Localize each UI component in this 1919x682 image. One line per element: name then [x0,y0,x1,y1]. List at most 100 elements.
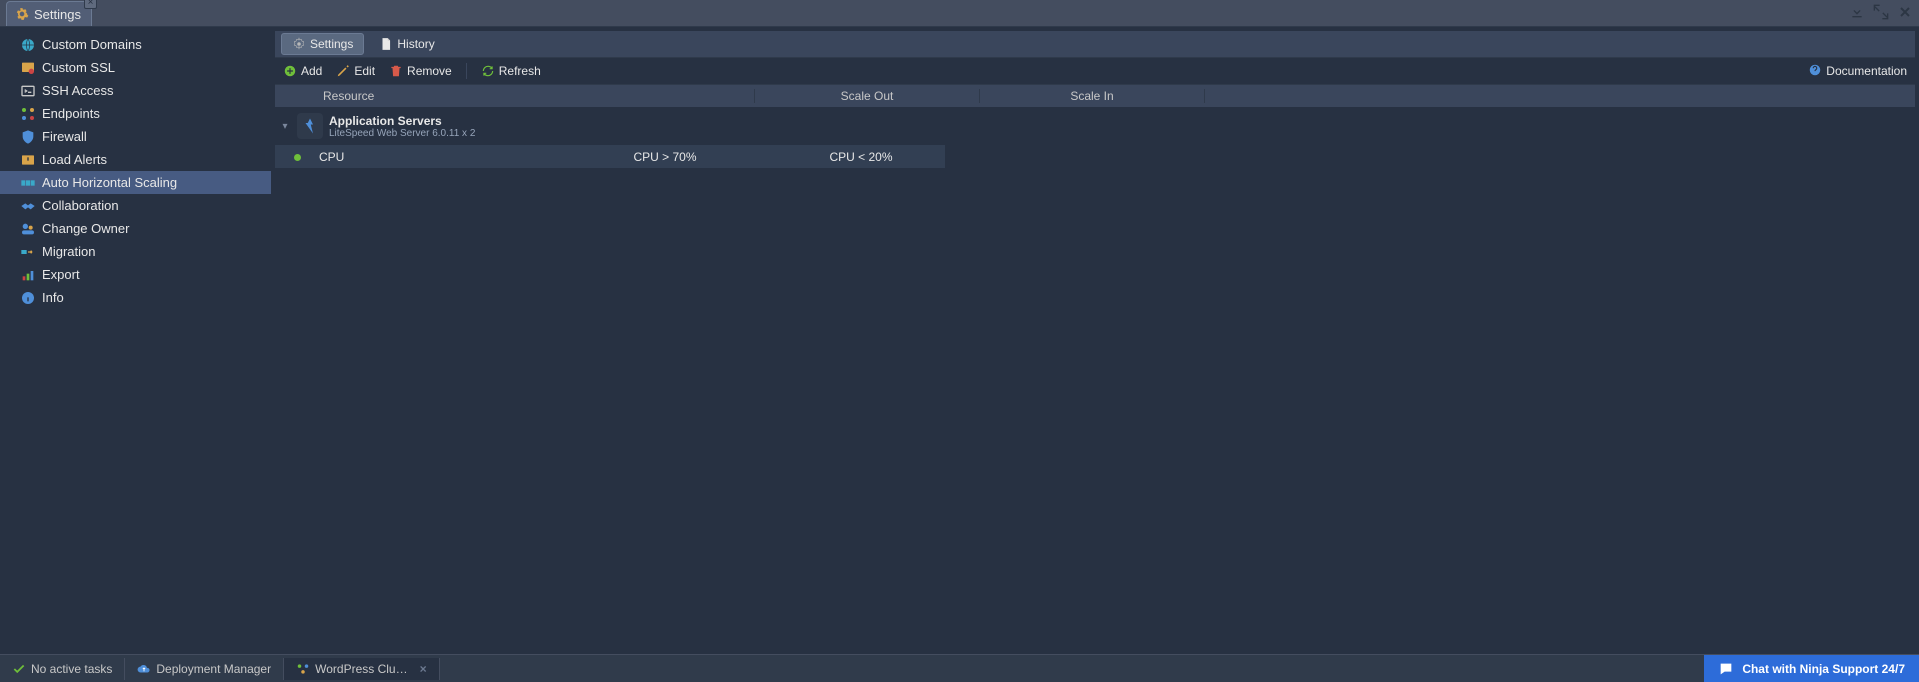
litespeed-icon [297,113,323,139]
sidebar-item-label: Export [42,267,80,282]
add-icon [283,64,297,78]
close-window-icon[interactable] [1897,4,1913,25]
help-icon [1808,63,1822,80]
close-icon[interactable]: × [84,0,97,9]
header-label: Scale Out [841,89,894,103]
group-row-app-servers[interactable]: ▾ Application Servers LiteSpeed Web Serv… [275,107,945,145]
subtabs: Settings History [275,31,1915,58]
chat-support-button[interactable]: Chat with Ninja Support 24/7 [1704,655,1919,682]
sidebar-item-label: Firewall [42,129,87,144]
sidebar-item-ssh-access[interactable]: SSH Access [0,79,271,102]
refresh-button[interactable]: Refresh [481,64,541,78]
alert-icon [20,152,36,168]
sidebar-item-label: Custom SSL [42,60,115,75]
gear-icon [15,7,29,21]
sidebar-item-migration[interactable]: Migration [0,240,271,263]
footer-wordpress-cluster[interactable]: WordPress Clu… × [284,658,439,680]
info-icon [20,290,36,306]
download-icon[interactable] [1849,4,1865,25]
migration-icon [20,244,36,260]
subtab-label: History [397,37,434,51]
sidebar-item-label: SSH Access [42,83,114,98]
sidebar-item-collaboration[interactable]: Collaboration [0,194,271,217]
sidebar-item-label: Load Alerts [42,152,107,167]
footer-tasks[interactable]: No active tasks [0,658,125,680]
subtab-history[interactable]: History [368,33,445,55]
cell-resource: CPU [319,150,553,164]
content-area: Custom Domains Custom SSL SSH Access End… [0,27,1919,654]
globe-icon [20,37,36,53]
nodes-icon [296,662,310,676]
subtab-settings[interactable]: Settings [281,33,364,55]
certificate-icon [20,60,36,76]
maximize-icon[interactable] [1873,4,1889,25]
footer-label: WordPress Clu… [315,662,407,676]
sidebar-item-firewall[interactable]: Firewall [0,125,271,148]
window-controls [1849,4,1913,25]
close-icon[interactable]: × [420,662,427,676]
footer-bar: No active tasks Deployment Manager WordP… [0,654,1919,682]
sidebar-item-label: Collaboration [42,198,119,213]
sidebar-item-label: Change Owner [42,221,129,236]
edit-button[interactable]: Edit [336,64,375,78]
cloud-upload-icon [137,662,151,676]
footer-label: Deployment Manager [156,662,271,676]
sidebar-item-auto-horizontal-scaling[interactable]: Auto Horizontal Scaling [0,171,271,194]
settings-sidebar: Custom Domains Custom SSL SSH Access End… [0,27,271,654]
handshake-icon [20,198,36,214]
sidebar-item-custom-domains[interactable]: Custom Domains [0,33,271,56]
sidebar-item-endpoints[interactable]: Endpoints [0,102,271,125]
sidebar-item-load-alerts[interactable]: Load Alerts [0,148,271,171]
button-label: Add [301,64,322,78]
window-tabbar: Settings × [0,0,1919,27]
sidebar-item-label: Custom Domains [42,37,142,52]
cell-scale-in: CPU < 20% [777,150,945,164]
footer-deployment-manager[interactable]: Deployment Manager [125,658,284,680]
tab-settings[interactable]: Settings × [6,1,92,26]
main-panel: Settings History Add Edit Remove [271,27,1919,654]
trash-icon [389,64,403,78]
cell-scale-out: CPU > 70% [553,150,777,164]
chevron-down-icon[interactable]: ▾ [275,121,295,132]
export-icon [20,267,36,283]
sidebar-item-label: Migration [42,244,95,259]
button-label: Refresh [499,64,541,78]
header-label: Resource [323,89,374,103]
users-icon [20,221,36,237]
col-scale-out-header[interactable]: Scale Out [755,89,980,103]
tab-label: Settings [34,7,81,22]
trigger-row-cpu[interactable]: CPU CPU > 70% CPU < 20% [275,145,945,168]
remove-button[interactable]: Remove [389,64,452,78]
terminal-icon [20,83,36,99]
toolbar-separator [466,63,467,79]
scaling-icon [20,175,36,191]
status-led [275,150,319,164]
sidebar-item-custom-ssl[interactable]: Custom SSL [0,56,271,79]
group-subtitle: LiteSpeed Web Server 6.0.11 x 2 [329,128,475,139]
group-text: Application Servers LiteSpeed Web Server… [329,114,475,139]
pencil-icon [336,64,350,78]
link-label: Documentation [1826,64,1907,78]
col-scale-in-header[interactable]: Scale In [980,89,1205,103]
sidebar-item-label: Info [42,290,64,305]
button-label: Remove [407,64,452,78]
grid-body: ▾ Application Servers LiteSpeed Web Serv… [275,107,1915,168]
check-icon [12,662,26,676]
button-label: Edit [354,64,375,78]
add-button[interactable]: Add [283,64,322,78]
endpoints-icon [20,106,36,122]
sidebar-item-change-owner[interactable]: Change Owner [0,217,271,240]
toolbar: Add Edit Remove Refresh Documentation [275,58,1915,85]
shield-icon [20,129,36,145]
group-title: Application Servers [329,114,475,128]
refresh-icon [481,64,495,78]
col-resource-header[interactable]: Resource [299,89,755,103]
subtab-label: Settings [310,37,353,51]
chat-label: Chat with Ninja Support 24/7 [1742,662,1905,676]
chat-icon [1718,661,1734,677]
grid-header: Resource Scale Out Scale In [275,85,1915,107]
sidebar-item-info[interactable]: Info [0,286,271,309]
sidebar-item-label: Auto Horizontal Scaling [42,175,177,190]
sidebar-item-export[interactable]: Export [0,263,271,286]
documentation-link[interactable]: Documentation [1808,63,1907,80]
